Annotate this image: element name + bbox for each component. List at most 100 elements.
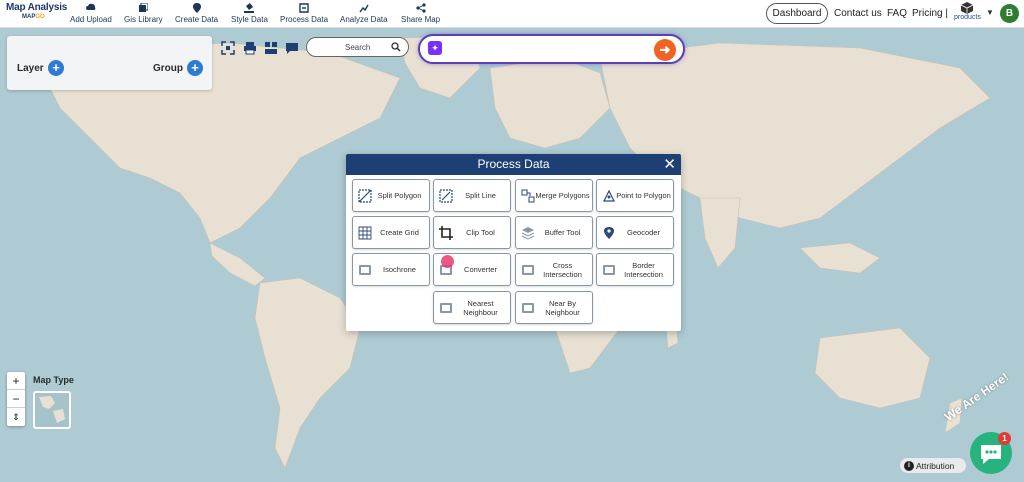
converter-label: Converter [464, 265, 497, 274]
merge-polygons-icon [521, 189, 535, 202]
map-type-thumbnail[interactable] [33, 391, 71, 429]
grid-icon [358, 226, 372, 239]
faq-link[interactable]: FAQ [887, 8, 907, 19]
nav-gis-library[interactable]: Gis Library [124, 3, 163, 24]
modal-title: Process Data [477, 157, 550, 171]
layers-icon [521, 226, 535, 240]
brand-sub-prefix: MAP [22, 14, 36, 20]
create-grid-button[interactable]: Create Grid [352, 216, 430, 249]
nav-process-data-label: Process Data [280, 15, 329, 24]
location-pin-icon [604, 226, 614, 239]
cloud-upload-icon [85, 3, 96, 10]
search-input[interactable]: Search [306, 37, 409, 57]
layer-label: Layer [17, 63, 44, 74]
nav-process-data[interactable]: Process Data [280, 3, 328, 24]
buffer-tool-label: Buffer Tool [544, 228, 581, 237]
isochrone-button[interactable]: Isochrone [352, 253, 430, 286]
print-icon[interactable] [243, 41, 257, 55]
contact-us-link[interactable]: Contact us [834, 8, 882, 19]
nav-style-data[interactable]: Style Data [231, 3, 268, 24]
isochrone-label: Isochrone [383, 265, 416, 274]
products-label: products [954, 14, 981, 21]
cursor-indicator [441, 255, 454, 268]
nav-add-upload[interactable]: Add Upload [70, 3, 112, 24]
create-grid-label: Create Grid [380, 228, 419, 237]
modal-header: Process Data ✕ [346, 154, 681, 175]
group-label: Group [153, 63, 183, 74]
search-placeholder: Search [345, 43, 371, 52]
close-icon[interactable]: ✕ [663, 154, 676, 175]
layout-icon[interactable] [264, 41, 278, 55]
pricing-link[interactable]: Pricing | [912, 8, 948, 19]
near-by-neighbour-label: Near By Neighbour [545, 298, 580, 317]
reset-view-button[interactable]: ⇕ [7, 408, 25, 426]
ai-prompt-input[interactable]: ✦ ➜ [418, 34, 685, 64]
nearest-neighbour-label: Nearest Neighbour [463, 298, 498, 317]
products-menu[interactable]: products [954, 2, 981, 21]
brand-subtitle: MAPGO [22, 14, 64, 20]
clip-tool-button[interactable]: Clip Tool [433, 216, 511, 249]
analyze-icon [359, 4, 369, 13]
split-polygon-icon [358, 188, 372, 203]
chat-unread-badge: 1 [998, 432, 1011, 445]
ai-sparkle-icon: ✦ [428, 41, 442, 55]
cross-intersection-button[interactable]: Cross Intersection [515, 253, 593, 286]
cube-icon [961, 2, 974, 14]
geocoder-label: Geocoder [627, 228, 660, 237]
nav-share-map[interactable]: Share Map [401, 3, 440, 24]
split-polygon-button[interactable]: Split Polygon [352, 179, 430, 212]
info-icon: i [904, 460, 914, 471]
location-pin-icon [192, 3, 201, 13]
attribution-label: Attribution [916, 460, 955, 471]
merge-polygons-button[interactable]: Merge Polygons [515, 179, 593, 212]
brand-sub-suffix: GO [35, 14, 45, 20]
cross-intersection-icon [522, 264, 534, 275]
nearby-neighbour-icon [522, 302, 534, 313]
split-line-icon [439, 188, 453, 203]
point-to-polygon-label: Point to Polygon [616, 191, 671, 200]
near-by-neighbour-button[interactable]: Near By Neighbour [515, 291, 593, 324]
nav-add-upload-label: Add Upload [70, 15, 112, 24]
nearest-neighbour-icon [440, 302, 452, 313]
user-avatar[interactable]: B [1000, 4, 1019, 23]
nearest-neighbour-button[interactable]: Nearest Neighbour [433, 291, 511, 324]
search-icon [391, 42, 401, 52]
fullscreen-icon[interactable] [221, 41, 235, 55]
isochrone-icon [359, 264, 371, 275]
add-group-button[interactable]: + [187, 60, 203, 76]
brand-title: Map Analysis [6, 2, 68, 13]
paint-bucket-icon [244, 3, 255, 13]
brand-logo[interactable]: Map Analysis MAPGO [6, 2, 68, 20]
chevron-down-icon[interactable]: ▼ [986, 8, 994, 17]
attribution-button[interactable]: i Attribution [900, 458, 966, 473]
point-to-polygon-button[interactable]: Point to Polygon [596, 179, 674, 212]
border-intersection-button[interactable]: Border Intersection [596, 253, 674, 286]
map-thumb-icon [39, 396, 65, 423]
dashboard-button[interactable]: Dashboard [766, 3, 828, 24]
library-icon [139, 3, 149, 12]
share-icon [415, 3, 426, 13]
split-line-button[interactable]: Split Line [433, 179, 511, 212]
split-polygon-label: Split Polygon [377, 191, 422, 200]
zoom-control: + − ⇕ [7, 372, 25, 426]
add-layer-button[interactable]: + [48, 60, 64, 76]
point-to-polygon-icon [603, 189, 615, 202]
zoom-in-button[interactable]: + [7, 372, 25, 390]
chat-icon[interactable] [285, 41, 299, 55]
merge-polygons-label: Merge Polygons [535, 191, 590, 200]
clip-tool-label: Clip Tool [466, 228, 495, 237]
nav-style-data-label: Style Data [231, 15, 268, 24]
geocoder-button[interactable]: Geocoder [596, 216, 674, 249]
cross-intersection-label: Cross Intersection [543, 260, 582, 279]
zoom-out-button[interactable]: − [7, 390, 25, 408]
map-type-label: Map Type [33, 375, 74, 385]
split-line-label: Split Line [465, 191, 496, 200]
buffer-tool-button[interactable]: Buffer Tool [515, 216, 593, 249]
nav-create-data-label: Create Data [175, 15, 219, 24]
nav-create-data[interactable]: Create Data [175, 3, 218, 24]
submit-arrow-button[interactable]: ➜ [654, 39, 676, 61]
nav-analyze-data[interactable]: Analyze Data [340, 3, 388, 24]
top-navbar: Map Analysis MAPGO Add Upload Gis Librar… [0, 0, 1024, 28]
border-intersection-icon [603, 264, 615, 275]
nav-gis-library-label: Gis Library [124, 15, 163, 24]
